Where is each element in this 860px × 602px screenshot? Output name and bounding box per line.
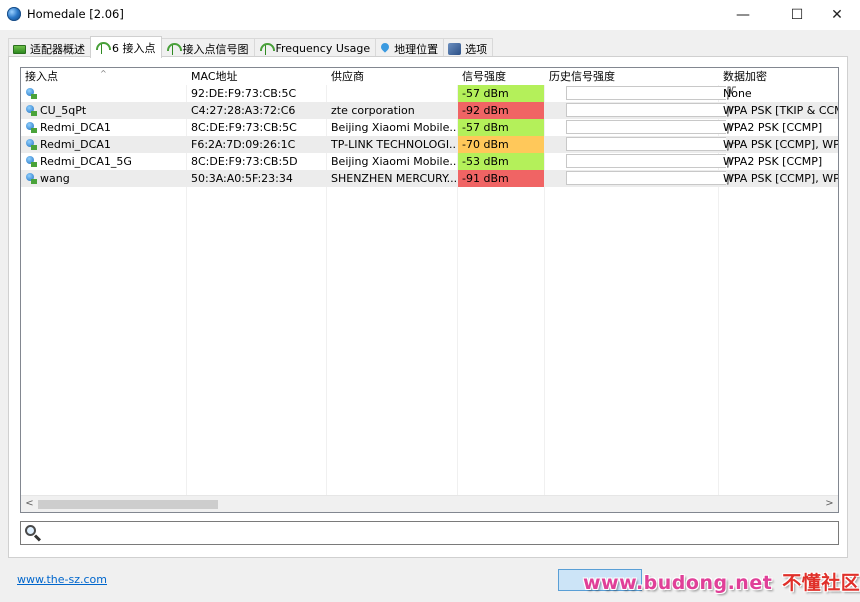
signal-history-graph bbox=[566, 171, 726, 185]
cell-vendor: TP-LINK TECHNOLOGI... bbox=[331, 138, 457, 151]
close-button[interactable]: ✕ bbox=[814, 0, 860, 30]
cell-encryption: WPA2 PSK [CCMP] bbox=[723, 155, 823, 168]
tab-label: 地理位置 bbox=[394, 42, 439, 56]
table-row[interactable]: Redmi_DCA1_5G 8C:DE:F9:73:CB:5D Beijing Xi… bbox=[21, 153, 838, 170]
cell-access-point: wang bbox=[40, 172, 70, 185]
cell-access-point: Redmi_DCA1 bbox=[40, 138, 111, 151]
cell-mac: 8C:DE:F9:73:CB:5D bbox=[191, 155, 298, 168]
cell-encryption: None bbox=[723, 87, 752, 100]
table-row[interactable]: Redmi_DCA1 8C:DE:F9:73:CB:5C Beijing Xiaom… bbox=[21, 119, 838, 136]
list-header: 接入点 ^ MAC地址 供应商 信号强度 历史信号强度 数据加密 bbox=[21, 68, 838, 85]
cell-signal: -70 dBm bbox=[458, 136, 544, 153]
search-icon bbox=[25, 525, 42, 542]
website-link[interactable]: www.the-sz.com bbox=[17, 573, 107, 586]
cell-mac: F6:2A:7D:09:26:1C bbox=[191, 138, 296, 151]
cell-encryption: WPA PSK [CCMP], WPA2 bbox=[723, 138, 838, 151]
scrollbar-thumb[interactable] bbox=[38, 500, 218, 509]
cell-access-point: CU_5qPt bbox=[40, 104, 87, 117]
cell-access-point: Redmi_DCA1_5G bbox=[40, 155, 132, 168]
header-history[interactable]: 历史信号强度 bbox=[545, 68, 718, 85]
header-encryption[interactable]: 数据加密 bbox=[719, 68, 838, 85]
table-row[interactable]: CU_5qPt C4:27:28:A3:72:C6 zte corporation -… bbox=[21, 102, 838, 119]
access-points-panel: 接入点 ^ MAC地址 供应商 信号强度 历史信号强度 数据加密 92:DE:F… bbox=[8, 56, 848, 558]
network-adapter-icon bbox=[13, 44, 26, 54]
minimize-button[interactable]: — bbox=[720, 0, 766, 30]
signal-history-graph bbox=[566, 86, 726, 100]
cell-encryption: WPA PSK [CCMP], WPA2 bbox=[723, 172, 838, 185]
cell-vendor: Beijing Xiaomi Mobile... bbox=[331, 155, 457, 168]
window-title: Homedale [2.06] bbox=[27, 7, 124, 21]
antenna-icon bbox=[259, 42, 275, 55]
tab-options[interactable]: 选项 bbox=[443, 38, 494, 58]
search-box[interactable] bbox=[20, 521, 839, 545]
antenna-icon bbox=[95, 41, 111, 54]
horizontal-scrollbar[interactable]: < > bbox=[21, 495, 838, 512]
cell-access-point: Redmi_DCA1 bbox=[40, 121, 111, 134]
tab-label: 6 接入点 bbox=[112, 41, 156, 55]
watermark-url: www.budong.net bbox=[583, 572, 773, 594]
scroll-right-icon[interactable]: > bbox=[821, 496, 838, 512]
header-signal[interactable]: 信号强度 bbox=[458, 68, 544, 85]
cell-vendor: Beijing Xiaomi Mobile... bbox=[331, 121, 457, 134]
title-bar: Homedale [2.06] — ☐ ✕ bbox=[0, 0, 860, 30]
tab-adapter-overview[interactable]: 适配器概述 bbox=[8, 38, 91, 58]
cell-access-point bbox=[36, 85, 186, 102]
tab-label: 适配器概述 bbox=[30, 42, 85, 56]
cell-vendor: zte corporation bbox=[331, 104, 415, 117]
options-icon bbox=[448, 42, 462, 55]
cell-signal: -57 dBm bbox=[458, 85, 544, 102]
header-vendor[interactable]: 供应商 bbox=[327, 68, 457, 85]
table-row[interactable]: wang 50:3A:A0:5F:23:34 SHENZHEN MERCURY...… bbox=[21, 170, 838, 187]
cell-vendor bbox=[327, 85, 457, 102]
signal-history-graph bbox=[566, 137, 726, 151]
tab-label: 选项 bbox=[465, 42, 488, 56]
header-access-point[interactable]: 接入点 ^ bbox=[21, 68, 186, 85]
cell-signal: -92 dBm bbox=[458, 102, 544, 119]
cell-encryption: WPA PSK [TKIP & CCMP] bbox=[723, 104, 838, 117]
cell-mac: 92:DE:F9:73:CB:5C bbox=[191, 87, 297, 100]
search-input[interactable] bbox=[47, 524, 827, 542]
watermark-text: www.budong.net 不懂社区 bbox=[583, 568, 860, 595]
cell-encryption: WPA2 PSK [CCMP] bbox=[723, 121, 823, 134]
signal-history-graph bbox=[566, 103, 726, 117]
signal-history-graph bbox=[566, 120, 726, 134]
tab-label: 接入点信号图 bbox=[182, 42, 249, 56]
scroll-left-icon[interactable]: < bbox=[21, 496, 38, 512]
tab-geolocation[interactable]: 地理位置 bbox=[375, 38, 445, 58]
tab-frequency-usage[interactable]: Frequency Usage bbox=[253, 38, 377, 58]
location-pin-icon bbox=[380, 43, 390, 55]
cell-mac: 50:3A:A0:5F:23:34 bbox=[191, 172, 293, 185]
cell-signal: -57 dBm bbox=[458, 119, 544, 136]
sort-ascending-icon: ^ bbox=[100, 69, 107, 78]
cell-vendor: SHENZHEN MERCURY... bbox=[331, 172, 457, 185]
tab-label: Frequency Usage bbox=[275, 42, 371, 55]
access-point-list[interactable]: 接入点 ^ MAC地址 供应商 信号强度 历史信号强度 数据加密 92:DE:F… bbox=[20, 67, 839, 513]
tab-ap-signal-graph[interactable]: 接入点信号图 bbox=[160, 38, 255, 58]
header-label: 接入点 bbox=[25, 70, 58, 83]
antenna-icon bbox=[166, 42, 182, 55]
signal-history-graph bbox=[566, 154, 726, 168]
table-row[interactable]: Redmi_DCA1 F6:2A:7D:09:26:1C TP-LINK TECHN… bbox=[21, 136, 838, 153]
cell-mac: C4:27:28:A3:72:C6 bbox=[191, 104, 296, 117]
table-row[interactable]: 92:DE:F9:73:CB:5C -57 dBm None bbox=[21, 85, 838, 102]
tab-access-points[interactable]: 6 接入点 bbox=[90, 36, 162, 58]
cell-signal: -53 dBm bbox=[458, 153, 544, 170]
cell-mac: 8C:DE:F9:73:CB:5C bbox=[191, 121, 297, 134]
header-mac[interactable]: MAC地址 bbox=[187, 68, 326, 85]
tab-bar: 适配器概述 6 接入点 接入点信号图 Frequency Usage 地理位置 … bbox=[8, 36, 494, 58]
cell-signal: -91 dBm bbox=[458, 170, 544, 187]
watermark-cn: 不懂社区 bbox=[782, 572, 860, 594]
globe-icon bbox=[7, 7, 21, 21]
list-grid: 接入点 ^ MAC地址 供应商 信号强度 历史信号强度 数据加密 92:DE:F… bbox=[21, 68, 838, 496]
